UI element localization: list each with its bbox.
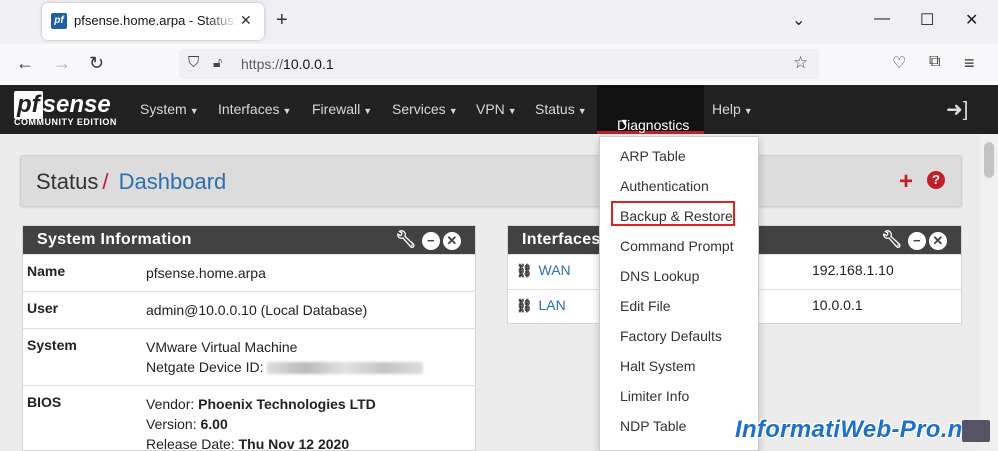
menu-item-command-prompt[interactable]: Command Prompt (620, 238, 734, 254)
menu-item-limiter-info[interactable]: Limiter Info (620, 388, 689, 404)
interface-ip: 192.168.1.10 (804, 255, 961, 290)
interface-ip: 10.0.0.1 (804, 290, 961, 325)
interface-link-lan[interactable]: LAN (539, 297, 566, 313)
pfsense-favicon-icon: pf (51, 13, 67, 29)
row-key: User (23, 292, 136, 329)
wrench-icon[interactable]: 🔧︎ (395, 230, 417, 249)
menu-item-authentication[interactable]: Authentication (620, 178, 709, 194)
breadcrumb-dashboard-link[interactable]: Dashboard (119, 169, 227, 194)
tab-title: pfsense.home.arpa - Status: Dashboard (74, 13, 238, 28)
new-tab-icon[interactable]: + (276, 9, 288, 32)
network-icon: ⛓︎ (516, 298, 533, 314)
redacted-device-id (267, 362, 423, 374)
network-icon: ⛓︎ (516, 263, 533, 279)
shield-icon[interactable]: ⛉ (188, 54, 199, 71)
window-close-icon[interactable]: ✕ (965, 10, 978, 30)
watermark: InformatiWeb-Pro.net (735, 416, 985, 444)
system-information-panel: System Information 🔧︎−✕ Name pfsense.hom… (22, 225, 476, 451)
close-tab-icon[interactable]: ✕ (240, 12, 252, 29)
menu-hamburger-icon[interactable]: ≡ (964, 53, 975, 74)
browser-nav-bar: ← → ↻ ⛉ 🔓︎ https://10.0.0.1 ☆ ♡ ⧉ ≡ (0, 44, 998, 86)
row-value: pfsense.home.arpa (136, 255, 475, 292)
reload-icon[interactable]: ↻ (89, 53, 104, 74)
menu-help[interactable]: Help▼ (712, 101, 753, 117)
caret-down-icon: ▼ (363, 106, 372, 116)
caret-down-icon: ▼ (282, 106, 291, 116)
menu-item-edit-file[interactable]: Edit File (620, 298, 671, 314)
table-row: System VMware Virtual MachineNetgate Dev… (23, 329, 475, 386)
table-row: BIOS Vendor: Phoenix Technologies LTD Ve… (23, 386, 475, 451)
add-widget-icon[interactable]: + (899, 168, 913, 196)
row-key: System (23, 329, 136, 386)
pocket-icon[interactable]: ♡ (892, 53, 906, 73)
menu-item-halt-system[interactable]: Halt System (620, 358, 695, 374)
menu-interfaces[interactable]: Interfaces▼ (218, 101, 291, 117)
menu-system[interactable]: System▼ (140, 101, 199, 117)
browser-tab-bar: pf pfsense.home.arpa - Status: Dashboard… (0, 0, 998, 44)
menu-status[interactable]: Status▼ (535, 101, 587, 117)
menu-services[interactable]: Services▼ (392, 101, 458, 117)
back-icon[interactable]: ← (16, 53, 34, 74)
menu-firewall[interactable]: Firewall▼ (312, 101, 372, 117)
close-panel-icon[interactable]: ✕ (443, 232, 461, 250)
url-bar[interactable]: ⛉ 🔓︎ https://10.0.0.1 ☆ (179, 49, 819, 79)
table-row: User admin@10.0.0.10 (Local Database) (23, 292, 475, 329)
scrollbar-thumb[interactable] (984, 142, 994, 178)
wrench-icon[interactable]: 🔧︎ (881, 230, 903, 249)
caret-down-icon: ▼ (190, 106, 199, 116)
bookmark-star-icon[interactable]: ☆ (793, 53, 808, 73)
lock-warning-icon[interactable]: 🔓︎ (213, 54, 222, 71)
close-panel-icon[interactable]: ✕ (929, 232, 947, 250)
browser-tab[interactable]: pf pfsense.home.arpa - Status: Dashboard… (42, 3, 264, 40)
pfsense-navbar: pfsense COMMUNITY EDITION System▼ Interf… (0, 85, 998, 134)
minimize-icon[interactable]: — (874, 10, 890, 28)
watermark-laptop-icon (962, 420, 990, 442)
row-key: BIOS (23, 386, 136, 451)
caret-down-icon: ▼ (449, 106, 458, 116)
pfsense-logo[interactable]: pfsense COMMUNITY EDITION (14, 91, 117, 127)
interface-link-wan[interactable]: WAN (539, 262, 571, 278)
row-value: VMware Virtual MachineNetgate Device ID: (136, 329, 475, 386)
caret-down-icon: ▼ (620, 117, 629, 127)
logo-text: sense (43, 91, 111, 118)
url-text[interactable]: https://10.0.0.1 (241, 56, 334, 72)
diagnostics-dropdown-menu: ARP Table Authentication Backup & Restor… (599, 136, 759, 451)
table-row: Name pfsense.home.arpa (23, 255, 475, 292)
help-icon[interactable]: ? (927, 171, 945, 189)
menu-item-factory-defaults[interactable]: Factory Defaults (620, 328, 722, 344)
caret-down-icon: ▼ (578, 106, 587, 116)
minimize-panel-icon[interactable]: − (908, 232, 926, 250)
minimize-panel-icon[interactable]: − (422, 232, 440, 250)
panel-header: System Information 🔧︎−✕ (23, 226, 475, 254)
menu-vpn[interactable]: VPN▼ (476, 101, 517, 117)
menu-item-dns-lookup[interactable]: DNS Lookup (620, 268, 699, 284)
menu-item-ndp-table[interactable]: NDP Table (620, 418, 686, 434)
breadcrumb-panel: Status/ Dashboard + ? (20, 155, 962, 207)
caret-down-icon: ▼ (508, 106, 517, 116)
logout-icon[interactable]: ➜] (946, 97, 968, 122)
panel-title: Interfaces (522, 231, 601, 249)
logo-subtitle: COMMUNITY EDITION (14, 117, 117, 127)
row-key: Name (23, 255, 136, 292)
row-value: Vendor: Phoenix Technologies LTD Version… (136, 386, 475, 451)
extensions-icon[interactable]: ⧉ (929, 53, 940, 71)
breadcrumb: Status/ Dashboard (36, 169, 226, 195)
menu-diagnostics[interactable]: Diagnostics▼ (597, 85, 704, 134)
forward-icon[interactable]: → (53, 53, 71, 74)
caret-down-icon: ▼ (744, 106, 753, 116)
tab-list-chevron-icon[interactable]: ⌄ (792, 10, 805, 30)
highlight-box (611, 201, 735, 226)
panel-title: System Information (37, 231, 192, 249)
menu-item-arp-table[interactable]: ARP Table (620, 148, 686, 164)
page-scrollbar[interactable] (980, 134, 998, 449)
row-value: admin@10.0.0.10 (Local Database) (136, 292, 475, 329)
maximize-icon[interactable]: ☐ (920, 10, 934, 30)
